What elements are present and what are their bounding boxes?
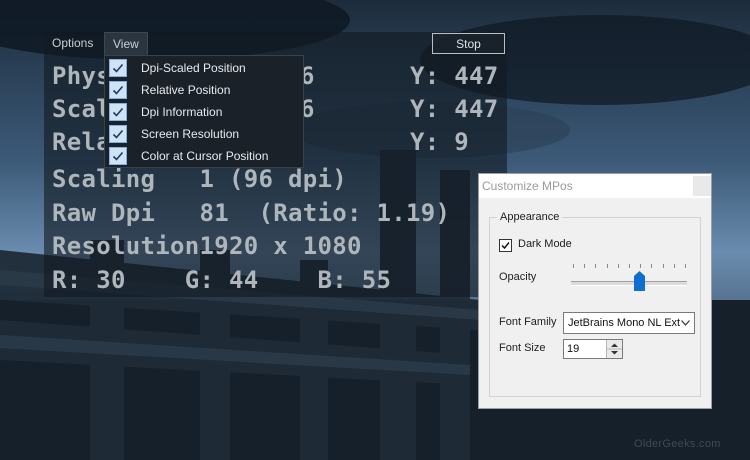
slider-tick xyxy=(629,264,630,268)
slider-tick xyxy=(606,264,608,268)
readout-resolution: Resolution1920 x 1080 xyxy=(52,232,362,260)
readout-scaling: Scaling 1 (96 dpi) xyxy=(52,165,347,193)
dialog-title-bar[interactable]: Customize MPos xyxy=(479,174,711,198)
menu-item-label: Screen Resolution xyxy=(141,127,240,141)
readout-raw-dpi: Raw Dpi 81 (Ratio: 1.19) xyxy=(52,199,451,227)
readout-physical-label: Phys xyxy=(52,62,111,90)
readout-color: R: 30 G: 44 B: 55 xyxy=(52,266,392,294)
readout-relative-y: Y: 9 xyxy=(410,128,469,156)
stop-button[interactable]: Stop xyxy=(432,33,505,54)
customize-dialog: Customize MPos Appearance Dark Mode Opac… xyxy=(478,173,712,409)
chevron-down-icon xyxy=(681,320,690,326)
menu-item-label: Dpi-Scaled Position xyxy=(141,61,246,75)
check-icon xyxy=(109,59,127,77)
check-icon xyxy=(109,125,127,143)
slider-tick xyxy=(584,264,586,268)
opacity-label: Opacity xyxy=(499,271,537,283)
check-icon xyxy=(501,242,510,250)
slider-tick xyxy=(640,264,642,268)
font-size-label: Font Size xyxy=(499,342,546,354)
view-menu-dropdown: Dpi-Scaled Position Relative Position Dp… xyxy=(104,55,304,168)
check-icon xyxy=(109,147,127,165)
slider-tick xyxy=(662,264,664,268)
menu-item-color-at-cursor[interactable]: Color at Cursor Position xyxy=(105,145,303,167)
opacity-slider-thumb[interactable] xyxy=(634,271,645,291)
close-button[interactable] xyxy=(693,176,711,196)
check-icon xyxy=(109,103,127,121)
menu-item-dpi-information[interactable]: Dpi Information xyxy=(105,101,303,123)
readout-physical-y: Y: 447 xyxy=(410,62,499,90)
font-family-value: JetBrains Mono NL Ext xyxy=(568,317,681,329)
up-down-arrows-icon xyxy=(607,343,622,355)
menu-item-dpi-scaled-position[interactable]: Dpi-Scaled Position xyxy=(105,57,303,79)
slider-tick xyxy=(651,264,653,268)
menu-item-label: Relative Position xyxy=(141,83,231,97)
font-family-select[interactable]: JetBrains Mono NL Ext xyxy=(563,312,695,334)
menu-item-screen-resolution[interactable]: Screen Resolution xyxy=(105,123,303,145)
readout-scaled-label: Scal xyxy=(52,95,111,123)
appearance-group-label: Appearance xyxy=(497,211,563,223)
menu-item-relative-position[interactable]: Relative Position xyxy=(105,79,303,101)
slider-tick xyxy=(673,264,675,268)
readout-relative-label: Rela xyxy=(52,128,111,156)
font-family-label: Font Family xyxy=(499,316,557,328)
opacity-slider-track[interactable] xyxy=(571,281,687,286)
watermark: OlderGeeks.com xyxy=(634,438,721,450)
dark-mode-checkbox[interactable] xyxy=(499,239,512,252)
dialog-title: Customize MPos xyxy=(482,179,573,193)
font-size-value: 19 xyxy=(567,343,580,355)
menu-item-label: Color at Cursor Position xyxy=(141,149,269,163)
slider-tick xyxy=(595,264,597,268)
menu-options[interactable]: Options xyxy=(44,32,101,55)
check-icon xyxy=(109,81,127,99)
dark-mode-label: Dark Mode xyxy=(518,238,572,250)
slider-tick xyxy=(573,264,574,268)
readout-scaled-y: Y: 447 xyxy=(410,95,499,123)
font-size-stepper[interactable]: 19 xyxy=(563,339,623,359)
slider-tick xyxy=(685,264,686,268)
stepper-buttons[interactable] xyxy=(606,340,622,358)
menu-item-label: Dpi Information xyxy=(141,105,223,119)
menu-view[interactable]: View xyxy=(104,32,148,55)
slider-tick xyxy=(617,264,619,268)
